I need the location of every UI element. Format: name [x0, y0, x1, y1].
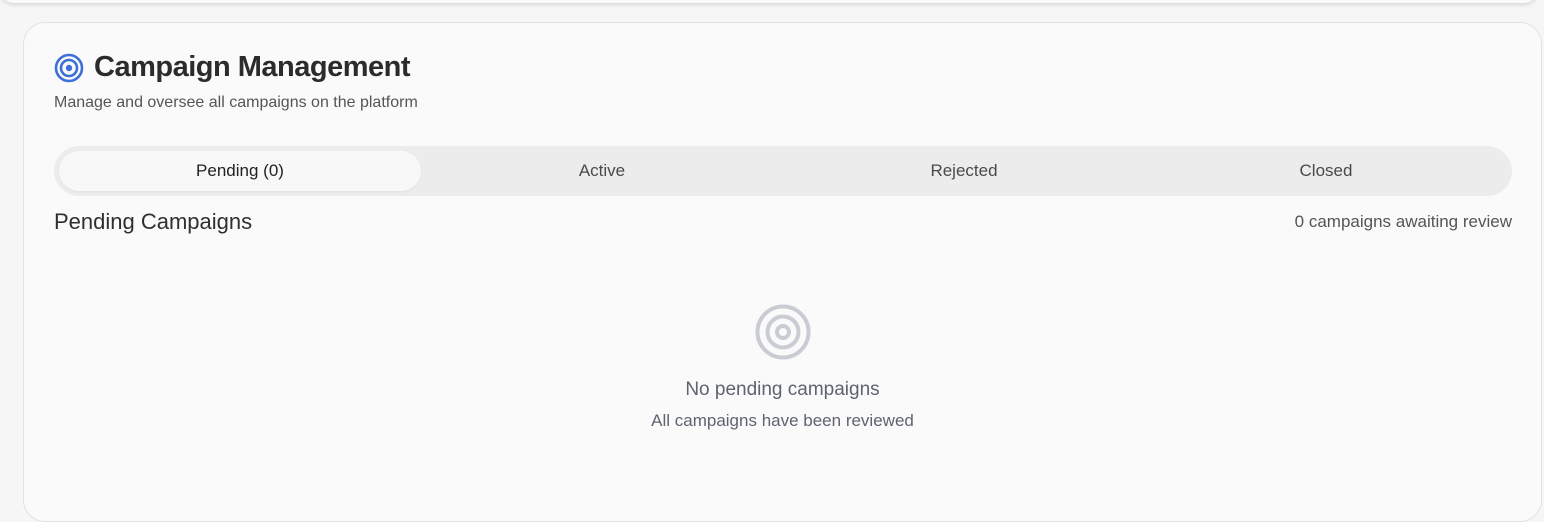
empty-state: No pending campaigns All campaigns have … — [24, 303, 1541, 431]
campaign-status-tabs: Pending (0) Active Rejected Closed — [54, 146, 1512, 196]
page-subtitle: Manage and oversee all campaigns on the … — [54, 94, 418, 111]
campaign-management-panel: Campaign Management Manage and oversee a… — [23, 22, 1542, 522]
tab-closed[interactable]: Closed — [1145, 151, 1507, 191]
target-icon — [54, 53, 84, 83]
target-icon — [754, 303, 812, 361]
section-title: Pending Campaigns — [54, 209, 253, 234]
page-header: Campaign Management — [54, 51, 411, 84]
empty-state-subtitle: All campaigns have been reviewed — [651, 411, 914, 430]
section-header: Pending Campaigns 0 campaigns awaiting r… — [54, 209, 1512, 235]
top-card — [0, 0, 1538, 3]
tab-pending[interactable]: Pending (0) — [59, 151, 421, 191]
empty-state-title: No pending campaigns — [685, 379, 880, 400]
tab-active[interactable]: Active — [421, 151, 783, 191]
page-title: Campaign Management — [94, 51, 411, 83]
tab-rejected[interactable]: Rejected — [783, 151, 1145, 191]
campaign-count: 0 campaigns awaiting review — [1294, 212, 1512, 231]
